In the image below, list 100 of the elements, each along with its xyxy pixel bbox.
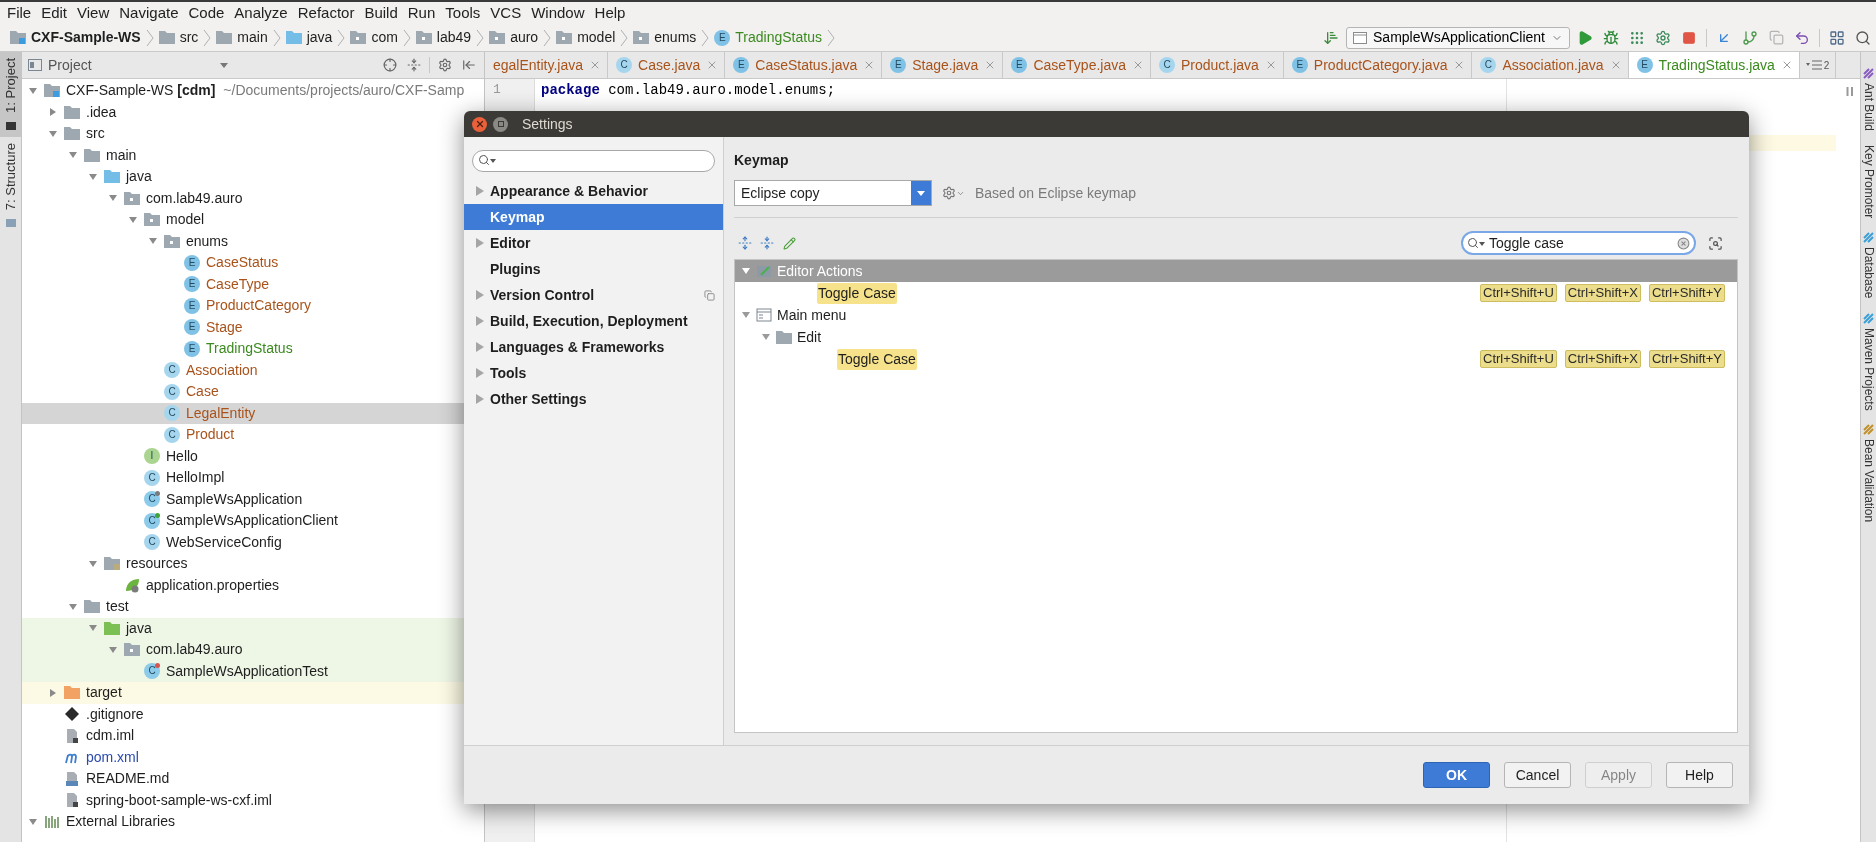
- menu-item[interactable]: Refactor: [292, 2, 360, 24]
- tree-item[interactable]: C Product: [22, 424, 484, 446]
- disclosure-triangle-icon[interactable]: [741, 266, 751, 276]
- disclosure-triangle-icon[interactable]: [476, 186, 484, 196]
- tool-window-tab[interactable]: Bean Validation: [1861, 424, 1876, 523]
- tree-item[interactable]: CXF-Sample-WS [cdm] ~/Documents/projects/auro/CXF-Samp: [22, 80, 484, 102]
- tool-window-tab[interactable]: Maven Projects: [1861, 312, 1876, 411]
- tool-window-tab[interactable]: 7: Structure: [0, 136, 21, 235]
- tree-item[interactable]: pom.xml: [22, 746, 484, 768]
- tree-item[interactable]: spring-boot-sample-ws-cxf.iml: [22, 789, 484, 811]
- tree-item[interactable]: resources: [22, 553, 484, 575]
- breadcrumb[interactable]: com: [348, 27, 400, 48]
- tree-item[interactable]: External Libraries: [22, 811, 484, 833]
- tree-item[interactable]: .idea: [22, 101, 484, 123]
- menu-item[interactable]: Edit: [36, 2, 73, 24]
- keymap-tree-item[interactable]: Toggle Case Ctrl+Shift+U Ctrl+Shift+X Ctrl+Shift+Y: [735, 348, 1737, 370]
- menu-item[interactable]: Code: [183, 2, 230, 24]
- minimize-button[interactable]: [493, 116, 508, 132]
- class-icon: C: [1480, 57, 1497, 73]
- tree-item[interactable]: test: [22, 596, 484, 618]
- disclosure-triangle-icon[interactable]: [108, 644, 118, 655]
- breadcrumb[interactable]: src: [156, 27, 201, 48]
- tree-item[interactable]: README.md: [22, 768, 484, 790]
- clear-icon[interactable]: [1677, 236, 1690, 250]
- tree-item[interactable]: src: [22, 123, 484, 145]
- disclosure-triangle-icon[interactable]: [88, 558, 98, 569]
- breadcrumb[interactable]: java: [283, 27, 335, 48]
- disclosure-triangle-icon[interactable]: [68, 601, 78, 612]
- disclosure-triangle-icon[interactable]: [48, 107, 58, 118]
- tree-item[interactable]: C SampleWsApplicationClient: [22, 510, 484, 532]
- breadcrumb[interactable]: E TradingStatus: [712, 27, 824, 48]
- class-icon: C: [144, 534, 160, 551]
- dialog-title: Settings: [522, 114, 573, 134]
- code-line: package com.lab49.auro.model.enums;: [541, 81, 836, 99]
- enum-icon: E: [184, 340, 200, 357]
- breadcrumb[interactable]: CXF-Sample-WS: [8, 27, 143, 48]
- menu-item[interactable]: Window: [526, 2, 590, 24]
- tool-window-tab[interactable]: Key Promoter: [1861, 145, 1876, 219]
- tool-window-tab[interactable]: Database: [1861, 232, 1876, 299]
- menu-item[interactable]: View: [72, 2, 115, 24]
- settings-search-field[interactable]: [472, 150, 715, 172]
- disclosure-triangle-icon[interactable]: [128, 214, 138, 225]
- disclosure-triangle-icon[interactable]: [476, 316, 484, 326]
- folder-icon: [84, 148, 100, 162]
- dialog-button[interactable]: Cancel: [1504, 762, 1571, 788]
- breadcrumb[interactable]: enums: [631, 27, 699, 48]
- keymap-tree-item[interactable]: Main menu: [735, 304, 1737, 326]
- tree-item[interactable]: application.properties: [22, 574, 484, 596]
- run-config-dropdown[interactable]: SampleWsApplicationClient: [1346, 26, 1570, 49]
- disclosure-triangle-icon[interactable]: [761, 332, 771, 342]
- close-icon[interactable]: [589, 59, 601, 71]
- tree-item[interactable]: C HelloImpl: [22, 467, 484, 489]
- dialog-button[interactable]: OK: [1423, 762, 1490, 788]
- tree-item[interactable]: cdm.iml: [22, 725, 484, 747]
- editor-tab[interactable]: E TradingStatus.java: [1628, 52, 1800, 78]
- keymap-tree-item[interactable]: Edit: [735, 326, 1737, 348]
- menu-item[interactable]: File: [2, 2, 37, 24]
- tree-item[interactable]: main: [22, 144, 484, 166]
- breadcrumb[interactable]: auro: [487, 27, 541, 48]
- menu-item[interactable]: Tools: [440, 2, 486, 24]
- disclosure-triangle-icon[interactable]: [476, 342, 484, 352]
- disclosure-triangle-icon[interactable]: [28, 85, 38, 96]
- disclosure-triangle-icon[interactable]: [476, 238, 484, 248]
- tree-item[interactable]: .gitignore: [22, 703, 484, 725]
- folder-icon: [285, 31, 302, 44]
- disclosure-triangle-icon[interactable]: [476, 290, 484, 300]
- tree-item[interactable]: I Hello: [22, 445, 484, 467]
- disclosure-triangle-icon[interactable]: [741, 310, 751, 320]
- menu-item[interactable]: Help: [589, 2, 631, 24]
- disclosure-triangle-icon[interactable]: [48, 128, 58, 139]
- keymap-dropdown[interactable]: Eclipse copy: [734, 180, 932, 206]
- breadcrumb[interactable]: model: [554, 27, 618, 48]
- keymap-tree-item[interactable]: Toggle Case Ctrl+Shift+U Ctrl+Shift+X Ctrl+Shift+Y: [735, 282, 1737, 304]
- gear-icon[interactable]: [942, 186, 965, 200]
- menu-item[interactable]: VCS: [485, 2, 527, 24]
- breadcrumb[interactable]: main: [214, 27, 270, 48]
- tool-window-tab[interactable]: Ant Build: [1861, 68, 1876, 132]
- shortcut-label: Ctrl+Shift+Y: [1648, 284, 1725, 302]
- shortcut-label: Ctrl+Shift+X: [1564, 350, 1641, 368]
- disclosure-triangle-icon[interactable]: [88, 171, 98, 182]
- menu-item[interactable]: Analyze: [229, 2, 293, 24]
- disclosure-triangle-icon[interactable]: [476, 394, 484, 404]
- close-button[interactable]: [472, 116, 487, 132]
- tab-overflow-button[interactable]: 2: [1799, 52, 1837, 78]
- tree-item[interactable]: C WebServiceConfig: [22, 531, 484, 553]
- disclosure-triangle-icon[interactable]: [28, 816, 38, 827]
- menu-item[interactable]: Run: [402, 2, 441, 24]
- folder-icon: [84, 600, 100, 614]
- tool-window-tab[interactable]: 1: Project: [0, 52, 21, 137]
- class-icon: C: [1159, 57, 1175, 73]
- menu-item[interactable]: Build: [359, 2, 403, 24]
- settings-nav-item[interactable]: Keymap: [464, 204, 723, 230]
- disclosure-triangle-icon[interactable]: [476, 368, 484, 378]
- search-field[interactable]: Toggle case: [1461, 231, 1696, 255]
- tree-item[interactable]: C SampleWsApplication: [22, 488, 484, 510]
- breadcrumb[interactable]: lab49: [413, 27, 474, 48]
- dialog-button[interactable]: Help: [1666, 762, 1733, 788]
- menu-item[interactable]: Navigate: [114, 2, 184, 24]
- disclosure-triangle-icon[interactable]: [48, 687, 58, 698]
- close-icon[interactable]: [1132, 59, 1144, 71]
